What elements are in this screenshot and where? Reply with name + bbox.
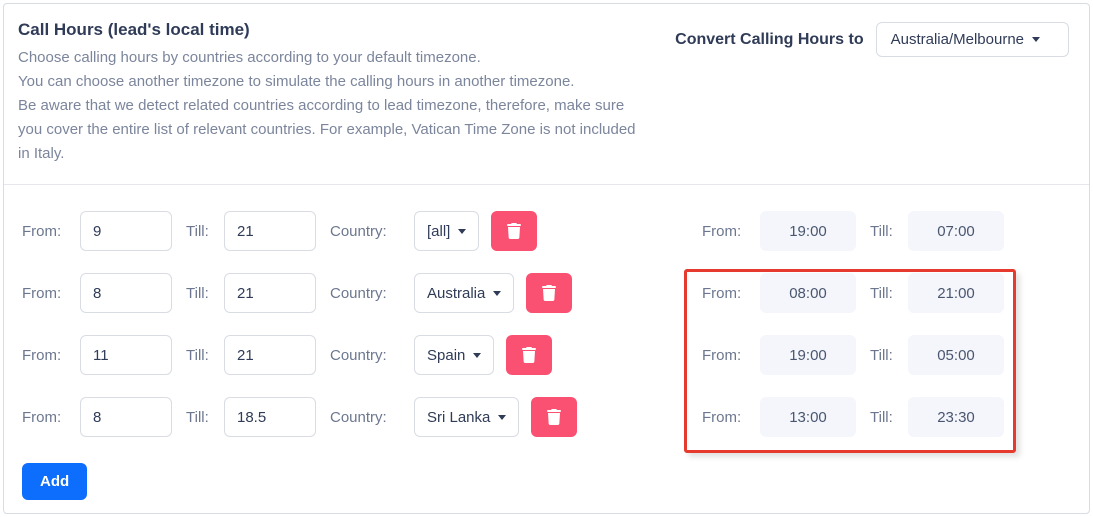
rule-row: From: Till: Country: Australia bbox=[22, 273, 662, 313]
country-value: Sri Lanka bbox=[427, 409, 490, 426]
trash-icon bbox=[521, 347, 537, 363]
country-value: [all] bbox=[427, 223, 450, 240]
header-row: Call Hours (lead's local time) Choose ca… bbox=[4, 4, 1089, 166]
country-label: Country: bbox=[330, 285, 394, 302]
converted-row: From: 19:00 Till: 05:00 bbox=[702, 335, 1069, 375]
converted-till-value: 23:30 bbox=[908, 397, 1004, 437]
converted-from-value: 13:00 bbox=[760, 397, 856, 437]
delete-rule-button[interactable] bbox=[506, 335, 552, 375]
converted-column: From: 19:00 Till: 07:00 From: 08:00 Till… bbox=[702, 211, 1069, 500]
till-label: Till: bbox=[870, 223, 898, 240]
till-label: Till: bbox=[186, 285, 214, 302]
from-label: From: bbox=[22, 347, 70, 364]
delete-rule-button[interactable] bbox=[491, 211, 537, 251]
timezone-select[interactable]: Australia/Melbourne bbox=[876, 22, 1069, 57]
from-input[interactable] bbox=[80, 273, 172, 313]
delete-rule-button[interactable] bbox=[531, 397, 577, 437]
from-label: From: bbox=[22, 285, 70, 302]
till-input[interactable] bbox=[224, 211, 316, 251]
chevron-down-icon bbox=[498, 415, 506, 420]
from-input[interactable] bbox=[80, 335, 172, 375]
country-select[interactable]: Australia bbox=[414, 273, 514, 313]
till-label: Till: bbox=[870, 409, 898, 426]
from-input[interactable] bbox=[80, 211, 172, 251]
timezone-value: Australia/Melbourne bbox=[891, 31, 1024, 48]
desc-line-2: You can choose another timezone to simul… bbox=[18, 70, 638, 94]
body-row: From: Till: Country: [all] From: Till: bbox=[4, 185, 1089, 500]
converted-from-value: 08:00 bbox=[760, 273, 856, 313]
rule-row: From: Till: Country: Sri Lanka bbox=[22, 397, 662, 437]
till-label: Till: bbox=[186, 409, 214, 426]
chevron-down-icon bbox=[458, 229, 466, 234]
chevron-down-icon bbox=[1032, 37, 1040, 42]
rule-row: From: Till: Country: Spain bbox=[22, 335, 662, 375]
till-label: Till: bbox=[186, 223, 214, 240]
converted-from-value: 19:00 bbox=[760, 211, 856, 251]
till-input[interactable] bbox=[224, 335, 316, 375]
desc-line-3: Be aware that we detect related countrie… bbox=[18, 94, 638, 166]
rules-column: From: Till: Country: [all] From: Till: bbox=[22, 211, 662, 500]
trash-icon bbox=[546, 409, 562, 425]
trash-icon bbox=[541, 285, 557, 301]
country-label: Country: bbox=[330, 347, 394, 364]
from-label: From: bbox=[702, 223, 750, 240]
converted-row: From: 08:00 Till: 21:00 bbox=[702, 273, 1069, 313]
country-value: Spain bbox=[427, 347, 465, 364]
country-label: Country: bbox=[330, 223, 394, 240]
till-label: Till: bbox=[870, 285, 898, 302]
till-label: Till: bbox=[186, 347, 214, 364]
add-button[interactable]: Add bbox=[22, 463, 87, 500]
converted-till-value: 07:00 bbox=[908, 211, 1004, 251]
converted-till-value: 05:00 bbox=[908, 335, 1004, 375]
converted-row: From: 13:00 Till: 23:30 bbox=[702, 397, 1069, 437]
till-input[interactable] bbox=[224, 273, 316, 313]
from-label: From: bbox=[22, 409, 70, 426]
chevron-down-icon bbox=[493, 291, 501, 296]
from-label: From: bbox=[702, 285, 750, 302]
converted-till-value: 21:00 bbox=[908, 273, 1004, 313]
converted-from-value: 19:00 bbox=[760, 335, 856, 375]
delete-rule-button[interactable] bbox=[526, 273, 572, 313]
country-select[interactable]: [all] bbox=[414, 211, 479, 251]
country-label: Country: bbox=[330, 409, 394, 426]
till-label: Till: bbox=[870, 347, 898, 364]
converted-row: From: 19:00 Till: 07:00 bbox=[702, 211, 1069, 251]
country-select[interactable]: Spain bbox=[414, 335, 494, 375]
rule-row: From: Till: Country: [all] bbox=[22, 211, 662, 251]
call-hours-panel: Call Hours (lead's local time) Choose ca… bbox=[3, 3, 1090, 514]
country-value: Australia bbox=[427, 285, 485, 302]
from-label: From: bbox=[702, 347, 750, 364]
trash-icon bbox=[506, 223, 522, 239]
chevron-down-icon bbox=[473, 353, 481, 358]
from-label: From: bbox=[702, 409, 750, 426]
till-input[interactable] bbox=[224, 397, 316, 437]
page-title: Call Hours (lead's local time) bbox=[18, 20, 675, 40]
from-label: From: bbox=[22, 223, 70, 240]
convert-label: Convert Calling Hours to bbox=[675, 31, 863, 49]
desc-line-1: Choose calling hours by countries accord… bbox=[18, 46, 638, 70]
description: Choose calling hours by countries accord… bbox=[18, 46, 638, 166]
header-left: Call Hours (lead's local time) Choose ca… bbox=[18, 20, 675, 166]
from-input[interactable] bbox=[80, 397, 172, 437]
header-right: Convert Calling Hours to Australia/Melbo… bbox=[675, 20, 1069, 57]
country-select[interactable]: Sri Lanka bbox=[414, 397, 519, 437]
